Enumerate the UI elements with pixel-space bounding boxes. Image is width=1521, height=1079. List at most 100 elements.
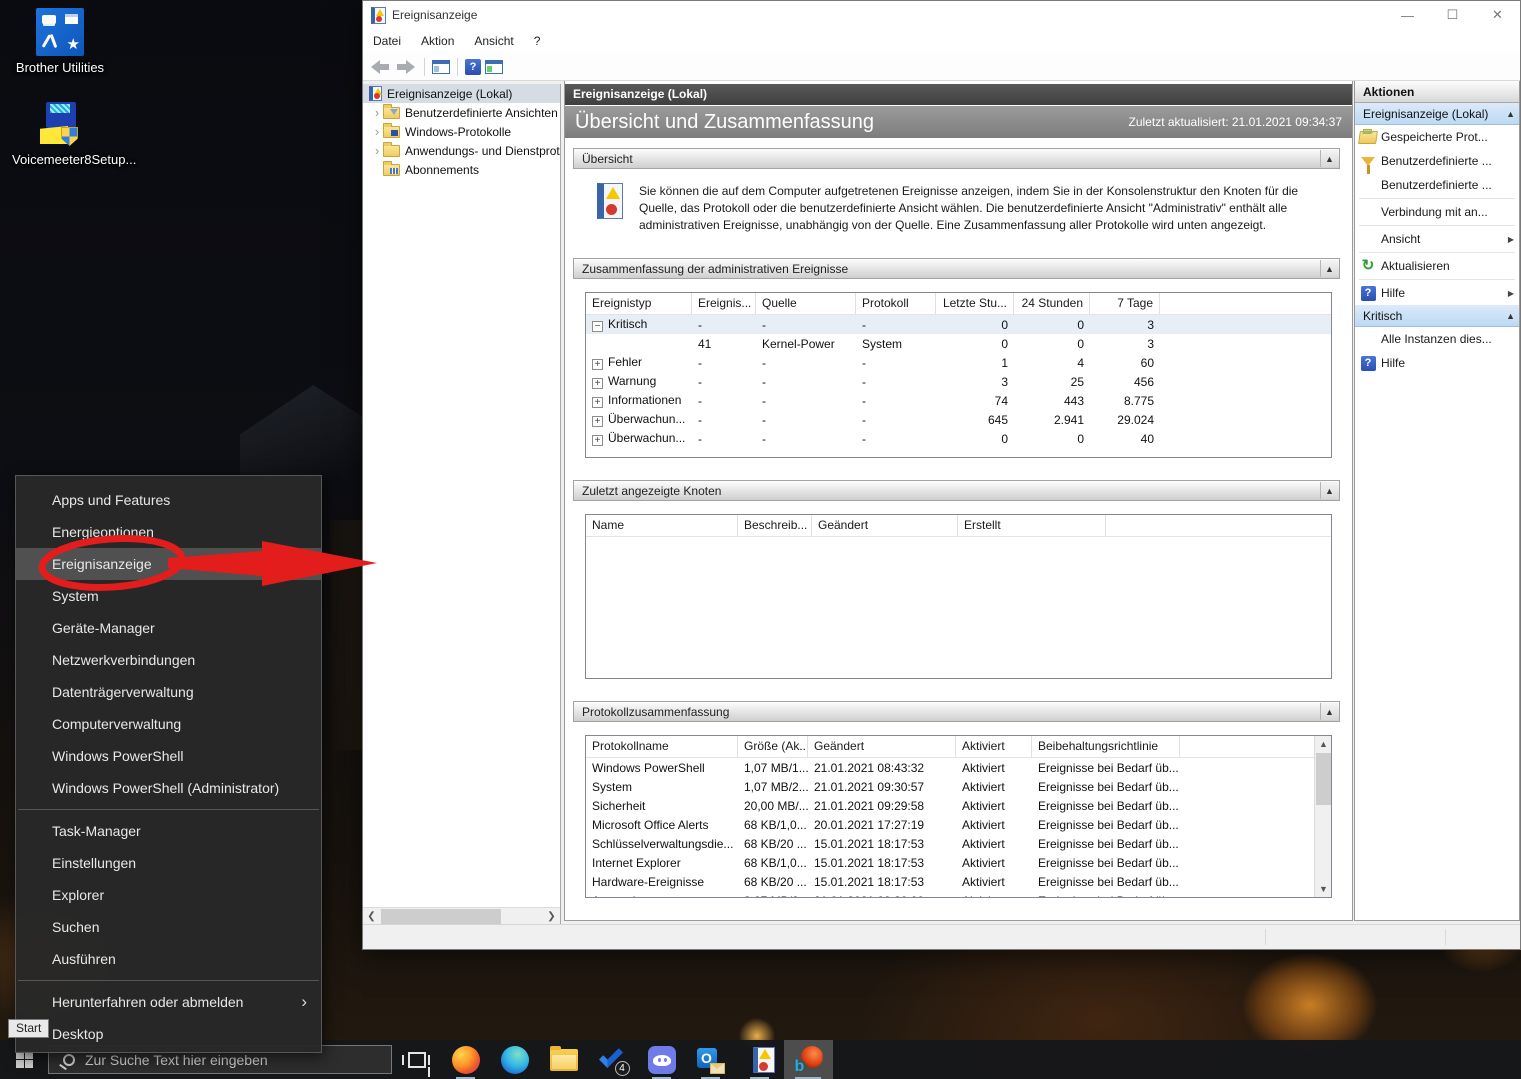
winx-ausfuehren[interactable]: Ausführen — [16, 943, 321, 975]
expand-row-icon[interactable]: + — [592, 416, 603, 427]
tree-item-abonnements[interactable]: Abonnements — [363, 160, 560, 179]
column-header[interactable]: 24 Stunden — [1014, 293, 1090, 314]
column-header[interactable]: Beschreib... — [738, 515, 812, 536]
table-row[interactable]: Internet Explorer 68 KB/1,0... 15.01.202… — [586, 853, 1331, 872]
expand-row-icon[interactable]: + — [592, 378, 603, 389]
column-header[interactable]: Geändert — [812, 515, 958, 536]
menu-aktion[interactable]: Aktion — [411, 30, 464, 52]
winx-energieoptionen[interactable]: Energieoptionen — [16, 516, 321, 548]
forward-arrow-icon[interactable] — [395, 59, 417, 75]
menu-datei[interactable]: Datei — [363, 30, 411, 52]
column-header[interactable]: Protokoll — [856, 293, 936, 314]
action-gespeicherte-protokolle[interactable]: Gespeicherte Prot... — [1355, 125, 1519, 149]
column-header[interactable]: Ereignis... — [692, 293, 756, 314]
table-row[interactable]: Microsoft Office Alerts 68 KB/1,0... 20.… — [586, 815, 1331, 834]
table-row[interactable]: + Informationen - - - 74 443 8.775 — [586, 391, 1331, 410]
action-hilfe-kritisch[interactable]: ? Hilfe — [1355, 351, 1519, 375]
show-console-tree-icon[interactable] — [432, 59, 450, 74]
collapse-section-icon[interactable]: ▲ — [1320, 260, 1338, 277]
column-header[interactable]: Erstellt — [958, 515, 1106, 536]
collapse-section-icon[interactable]: ▲ — [1320, 482, 1338, 499]
section-header-recent-nodes[interactable]: Zuletzt angezeigte Knoten ▲ — [573, 480, 1340, 501]
table-row[interactable]: − Kritisch - - - 0 0 3 — [586, 315, 1331, 334]
action-benutzerdefinierte-ansicht-importieren[interactable]: Benutzerdefinierte ... — [1355, 173, 1519, 197]
winx-ereignisanzeige[interactable]: Ereignisanzeige — [16, 548, 321, 580]
scroll-down-icon[interactable]: ▼ — [1315, 881, 1331, 897]
column-header[interactable]: Name — [586, 515, 738, 536]
back-arrow-icon[interactable] — [369, 59, 391, 75]
table-row[interactable]: Sicherheit 20,00 MB/... 21.01.2021 09:29… — [586, 796, 1331, 815]
actions-group-header-ereignisanzeige[interactable]: Ereignisanzeige (Lokal) ▲ — [1355, 103, 1519, 125]
scrollbar-thumb[interactable] — [381, 909, 501, 924]
taskbar-firefox-button[interactable] — [441, 1040, 490, 1079]
winx-task-manager[interactable]: Task-Manager — [16, 815, 321, 847]
taskbar-explorer-button[interactable] — [539, 1040, 588, 1079]
expand-row-icon[interactable]: + — [592, 397, 603, 408]
chevron-right-icon[interactable]: › — [371, 125, 383, 138]
action-verbindung-mit-anderem-computer[interactable]: Verbindung mit an... — [1355, 200, 1519, 224]
winx-geraete-manager[interactable]: Geräte-Manager — [16, 612, 321, 644]
table-row[interactable]: Anwendung 3,07 MB/2... 21.01.2021 09:30:… — [586, 891, 1331, 898]
menu-ansicht[interactable]: Ansicht — [464, 30, 523, 52]
collapse-row-icon[interactable]: − — [592, 321, 603, 332]
winx-suchen[interactable]: Suchen — [16, 911, 321, 943]
action-hilfe[interactable]: ? Hilfe ▶ — [1355, 281, 1519, 305]
actions-group-header-kritisch[interactable]: Kritisch ▲ — [1355, 305, 1519, 327]
winx-windows-powershell-admin[interactable]: Windows PowerShell (Administrator) — [16, 772, 321, 804]
tree-item-benutzerdefinierte-ansichten[interactable]: › Benutzerdefinierte Ansichten — [363, 103, 560, 122]
help-icon[interactable]: ? — [465, 58, 481, 75]
collapse-group-icon[interactable]: ▲ — [1506, 311, 1515, 321]
winx-computerverwaltung[interactable]: Computerverwaltung — [16, 708, 321, 740]
collapse-section-icon[interactable]: ▲ — [1320, 150, 1338, 167]
column-header[interactable]: 7 Tage — [1090, 293, 1160, 314]
collapse-group-icon[interactable]: ▲ — [1506, 109, 1515, 119]
chevron-right-icon[interactable]: › — [371, 106, 383, 119]
table-row[interactable]: + Überwachun... - - - 0 0 40 — [586, 429, 1331, 448]
taskbar-active-app-button[interactable]: b — [784, 1040, 833, 1079]
action-ansicht[interactable]: Ansicht ▶ — [1355, 227, 1519, 251]
desktop-icon-voicemeeter-setup[interactable]: Voicemeeter8Setup... — [12, 100, 136, 167]
menu-help[interactable]: ? — [524, 30, 551, 52]
winx-apps-und-features[interactable]: Apps und Features — [16, 484, 321, 516]
scroll-left-icon[interactable]: ❮ — [363, 908, 380, 924]
taskbar-discord-button[interactable] — [637, 1040, 686, 1079]
table-row[interactable]: 41 Kernel-Power System 0 0 3 — [586, 334, 1331, 353]
taskbar-event-viewer-button[interactable] — [735, 1040, 784, 1079]
tree-item-windows-protokolle[interactable]: › Windows-Protokolle — [363, 122, 560, 141]
taskbar-edge-button[interactable] — [490, 1040, 539, 1079]
table-row[interactable]: Windows PowerShell 1,07 MB/1... 21.01.20… — [586, 758, 1331, 777]
action-alle-instanzen[interactable]: Alle Instanzen dies... — [1355, 327, 1519, 351]
maximize-button[interactable]: ☐ — [1430, 1, 1475, 29]
desktop-icon-brother-utilities[interactable]: ★ Brother Utilities — [12, 8, 108, 75]
column-header[interactable]: Aktiviert — [956, 736, 1032, 757]
tree-item-anwendungs-dienstprotokolle[interactable]: › Anwendungs- und Dienstprotokolle — [363, 141, 560, 160]
table-vertical-scrollbar[interactable]: ▲ ▼ — [1314, 736, 1331, 897]
winx-windows-powershell[interactable]: Windows PowerShell — [16, 740, 321, 772]
table-row[interactable]: Schlüsselverwaltungsdie... 68 KB/20 ... … — [586, 834, 1331, 853]
scroll-up-icon[interactable]: ▲ — [1315, 736, 1331, 752]
close-button[interactable]: ✕ — [1475, 1, 1520, 29]
taskbar-todo-button[interactable]: 4 — [588, 1040, 637, 1079]
column-header[interactable]: Ereignistyp — [586, 293, 692, 314]
expand-row-icon[interactable]: + — [592, 359, 603, 370]
winx-einstellungen[interactable]: Einstellungen — [16, 847, 321, 879]
column-header[interactable]: Letzte Stu... — [936, 293, 1014, 314]
scroll-right-icon[interactable]: ❯ — [543, 908, 560, 924]
winx-explorer[interactable]: Explorer — [16, 879, 321, 911]
table-row[interactable]: + Überwachun... - - - 645 2.941 29.024 — [586, 410, 1331, 429]
scrollbar-thumb[interactable] — [1316, 753, 1331, 805]
column-header[interactable]: Größe (Ak... — [738, 736, 808, 757]
column-header[interactable]: Geändert — [808, 736, 956, 757]
winx-desktop[interactable]: Desktop — [16, 1018, 321, 1050]
task-view-button[interactable] — [392, 1040, 441, 1079]
column-header[interactable]: Protokollname — [586, 736, 738, 757]
minimize-button[interactable]: — — [1385, 1, 1430, 29]
table-row[interactable]: Hardware-Ereignisse 68 KB/20 ... 15.01.2… — [586, 872, 1331, 891]
taskbar-outlook-button[interactable]: O — [686, 1040, 735, 1079]
winx-datentraegerverwaltung[interactable]: Datenträgerverwaltung — [16, 676, 321, 708]
chevron-right-icon[interactable]: › — [371, 144, 383, 157]
winx-herunterfahren[interactable]: Herunterfahren oder abmelden › — [16, 986, 321, 1018]
winx-netzwerkverbindungen[interactable]: Netzwerkverbindungen — [16, 644, 321, 676]
collapse-section-icon[interactable]: ▲ — [1320, 703, 1338, 720]
table-row[interactable]: System 1,07 MB/2... 21.01.2021 09:30:57 … — [586, 777, 1331, 796]
